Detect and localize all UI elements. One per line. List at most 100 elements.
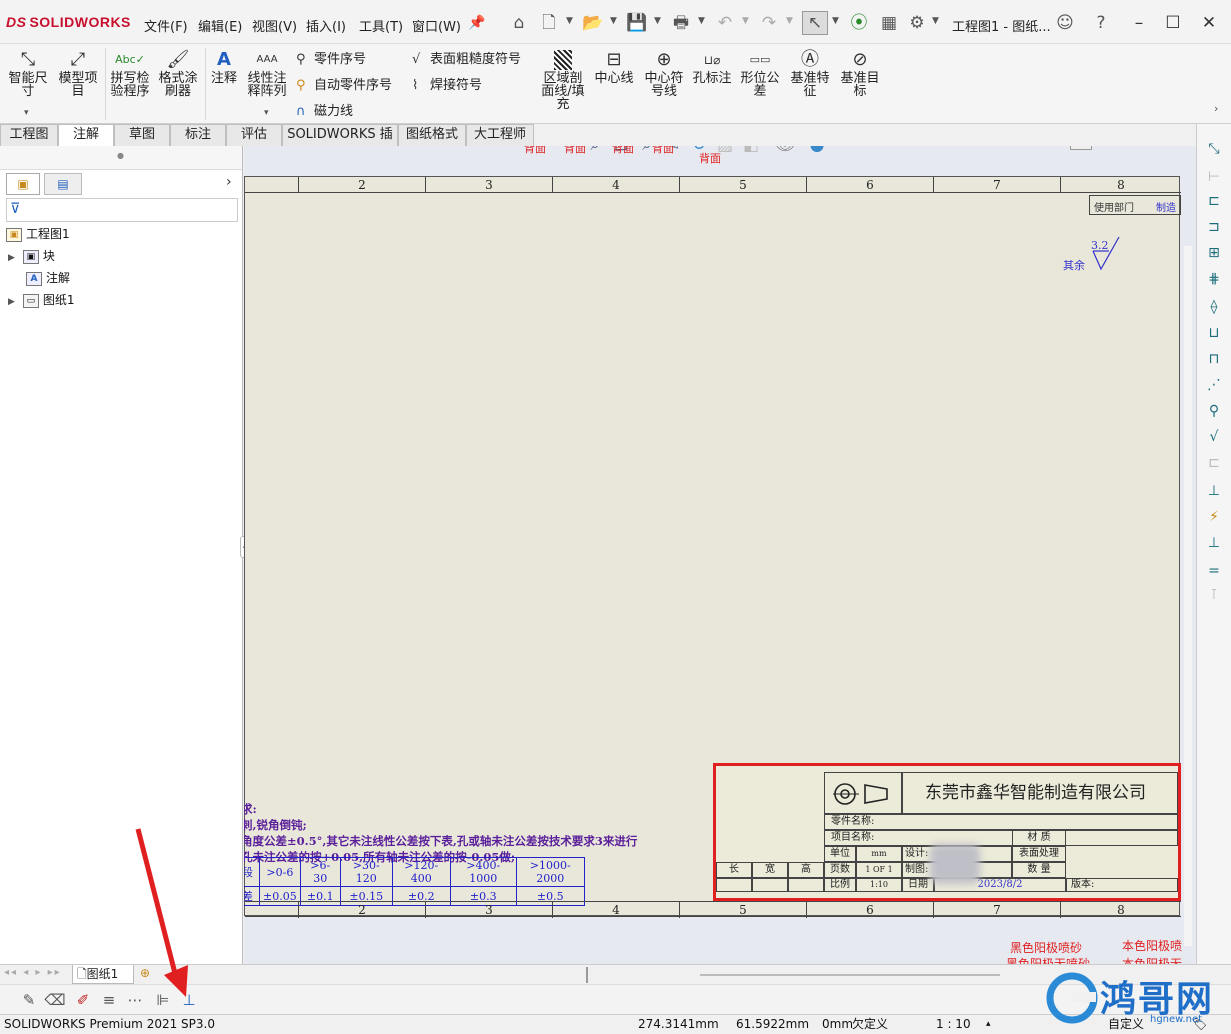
collapse-handle-icon[interactable]: ● — [117, 151, 124, 160]
help-icon[interactable]: ? — [1090, 12, 1112, 34]
chevron-down-icon[interactable]: ▾ — [24, 108, 29, 118]
line-thickness-icon[interactable]: ≡ — [98, 989, 120, 1011]
chevron-down-icon[interactable]: ▼ — [698, 16, 705, 26]
note-button[interactable]: A 注释 — [202, 50, 246, 86]
tree-item-blocks[interactable]: ▶ ▣ 块 — [8, 246, 55, 266]
balloon-icon[interactable]: ⚲ — [1203, 400, 1225, 422]
maximize-button[interactable]: ☐ — [1160, 10, 1186, 36]
datum-feature-icon[interactable]: ⊥ — [1203, 480, 1225, 502]
zoom-to-fit-icon[interactable]: ⌕ — [584, 146, 606, 156]
appearance-icon[interactable]: ● — [806, 146, 828, 156]
undo-icon[interactable]: ↶ — [714, 12, 736, 34]
sheet-nav-arrows-icon[interactable]: ◂◂ ◂ ▸ ▸▸ — [4, 967, 62, 978]
balloon-button[interactable]: ⚲ 零件序号 — [296, 48, 366, 67]
select-cursor-icon[interactable]: ↖ — [802, 11, 828, 35]
redo-icon[interactable]: ↷ — [758, 12, 780, 34]
graphics-area[interactable]: ⌕ ⊡ ⌕ ✎ ↻ ▨ ◧ 👁 ● 背面 背面 背面 背面 背面 ◫ ◨ – ❐… — [244, 146, 1196, 964]
tab-solidworks-addins[interactable]: SOLIDWORKS 插件 — [282, 124, 398, 162]
options-icon[interactable]: ▦ — [878, 12, 900, 34]
layer-properties-icon[interactable]: ✎ — [18, 989, 40, 1011]
close-button[interactable]: ✕ — [1196, 10, 1222, 36]
doc-minimize-button[interactable]: – — [1104, 146, 1111, 147]
baseline-dimension-icon[interactable]: ⊏ — [1203, 190, 1225, 212]
minimize-button[interactable]: – — [1126, 10, 1152, 36]
center-mark-button[interactable]: ⊕ 中心符号线 — [640, 50, 688, 99]
expand-arrow-icon[interactable]: ▶ — [8, 297, 15, 307]
user-icon[interactable]: ☺ — [1054, 12, 1076, 34]
horizontal-scrollbar[interactable] — [700, 974, 1000, 976]
panel-left-icon[interactable]: ◫ — [1046, 146, 1058, 147]
center-mark-icon[interactable]: ⊺ — [1203, 584, 1225, 606]
chamfer-dimension-icon[interactable]: ⟠ — [1203, 296, 1225, 318]
view-icon[interactable]: ⊥ — [1203, 532, 1225, 554]
tab-drawing[interactable]: 工程图 — [0, 124, 58, 146]
chevron-down-icon[interactable]: ▾ — [264, 108, 269, 118]
dimxpert-icon[interactable]: ⋰ — [1203, 374, 1225, 396]
property-manager-tab[interactable]: ▤ — [44, 173, 82, 195]
print-icon[interactable]: 🖶 — [670, 12, 692, 34]
view-orientation-icon[interactable]: ◧ — [740, 146, 762, 156]
chevron-down-icon[interactable]: ▼ — [566, 16, 573, 26]
tree-item-sheet[interactable]: ▶ ▭ 图纸1 — [8, 290, 75, 310]
smart-dimension-button[interactable]: ⤡ 智能尺寸 — [4, 50, 52, 99]
surface-finish-button[interactable]: √ 表面粗糙度符号 — [412, 48, 521, 67]
tree-root-drawing[interactable]: ▣ 工程图1 — [6, 224, 70, 244]
chevron-right-icon[interactable]: › — [226, 174, 232, 190]
chevron-down-icon[interactable]: ▼ — [742, 16, 749, 26]
weld-bead-icon[interactable]: ⊏ — [1203, 452, 1225, 474]
traffic-light-icon[interactable]: ⦿ — [848, 12, 870, 34]
tab-markup[interactable]: 标注 — [170, 124, 226, 146]
tab-engineer[interactable]: 大工程师 — [466, 124, 534, 146]
centerline-icon[interactable]: = — [1203, 560, 1225, 582]
filter-input[interactable]: ⊽ — [6, 198, 238, 222]
tree-item-annotations[interactable]: A 注解 — [26, 268, 70, 288]
model-items-button[interactable]: ⤢ 模型项目 — [54, 50, 102, 99]
save-icon[interactable]: 💾 — [626, 12, 648, 34]
menu-view[interactable]: 视图(V) — [252, 16, 297, 35]
linear-note-pattern-button[interactable]: AAA 线性注释阵列 — [243, 50, 291, 98]
menu-tools[interactable]: 工具(T) — [359, 16, 403, 35]
panel-right-icon[interactable]: ◨ — [1070, 146, 1092, 150]
chevron-down-icon[interactable]: ▼ — [832, 16, 839, 26]
datum-target-button[interactable]: ⊘ 基准目标 — [836, 50, 884, 99]
hole-callout-button[interactable]: ⊔⌀ 孔标注 — [688, 50, 736, 85]
chevron-down-icon[interactable]: ▼ — [786, 16, 793, 26]
menu-edit[interactable]: 编辑(E) — [198, 16, 242, 35]
gtol-button[interactable]: ▭▭ 形位公差 — [736, 50, 784, 98]
home-icon[interactable]: ⌂ — [508, 12, 530, 34]
spell-checker-button[interactable]: Abc✓ 拼写检验程序 — [106, 50, 154, 98]
centerline-button[interactable]: ⊟ 中心线 — [590, 50, 638, 86]
magnetic-line-button[interactable]: ∩ 磁力线 — [296, 100, 353, 119]
chevron-down-icon[interactable]: ▼ — [932, 16, 939, 26]
expand-arrow-icon[interactable]: ▶ — [8, 253, 15, 263]
surface-finish-icon[interactable]: √ — [1203, 426, 1225, 448]
sheet-tab-1[interactable]: 🗋图纸1 — [72, 965, 134, 984]
hide-show-icon[interactable]: 👁 — [774, 146, 796, 156]
ribbon-scroll-right-icon[interactable]: › — [1214, 102, 1218, 115]
path-length-icon[interactable]: ⊓ — [1203, 348, 1225, 370]
new-document-icon[interactable]: 🗋 — [538, 12, 560, 34]
open-folder-icon[interactable]: 📂 — [582, 12, 604, 34]
menu-window[interactable]: 窗口(W) — [412, 16, 461, 35]
ordinate-dimension-icon[interactable]: ⊐ — [1203, 216, 1225, 238]
feature-tree-tab[interactable]: ▣ — [6, 173, 40, 195]
tab-annotation[interactable]: 注解 — [58, 124, 114, 146]
tab-sketch[interactable]: 草图 — [114, 124, 170, 146]
chevron-up-icon[interactable]: ▴ — [986, 1015, 991, 1034]
drawing-sheet[interactable]: 2 3 4 5 6 7 8 使用部门 制造 其余 3.2 求: 刺,锐角倒钝; — [244, 176, 1181, 918]
eraser-icon[interactable]: ⌫ — [44, 989, 66, 1011]
chevron-down-icon[interactable]: ▼ — [610, 16, 617, 26]
horizontal-dimension-icon[interactable]: ⊢ — [1203, 166, 1225, 188]
chevron-down-icon[interactable]: ▼ — [654, 16, 661, 26]
menu-insert[interactable]: 插入(I) — [306, 16, 346, 35]
area-hatch-button[interactable]: 区域剖面线/填充 — [538, 50, 588, 111]
menu-file[interactable]: 文件(F) — [144, 16, 188, 35]
pin-icon[interactable]: 📌 — [466, 12, 488, 34]
weld-symbol-button[interactable]: ⌇ 焊接符号 — [412, 74, 482, 93]
sheet-scale[interactable]: 1 : 10 — [936, 1015, 971, 1034]
tab-evaluate[interactable]: 评估 — [226, 124, 282, 146]
hole-callout-icon[interactable]: ⚡ — [1203, 506, 1225, 528]
vertical-ordinate-icon[interactable]: ⊔ — [1203, 322, 1225, 344]
format-painter-button[interactable]: 🖌 格式涂刷器 — [154, 50, 202, 99]
datum-feature-button[interactable]: Ⓐ 基准特征 — [786, 50, 834, 99]
